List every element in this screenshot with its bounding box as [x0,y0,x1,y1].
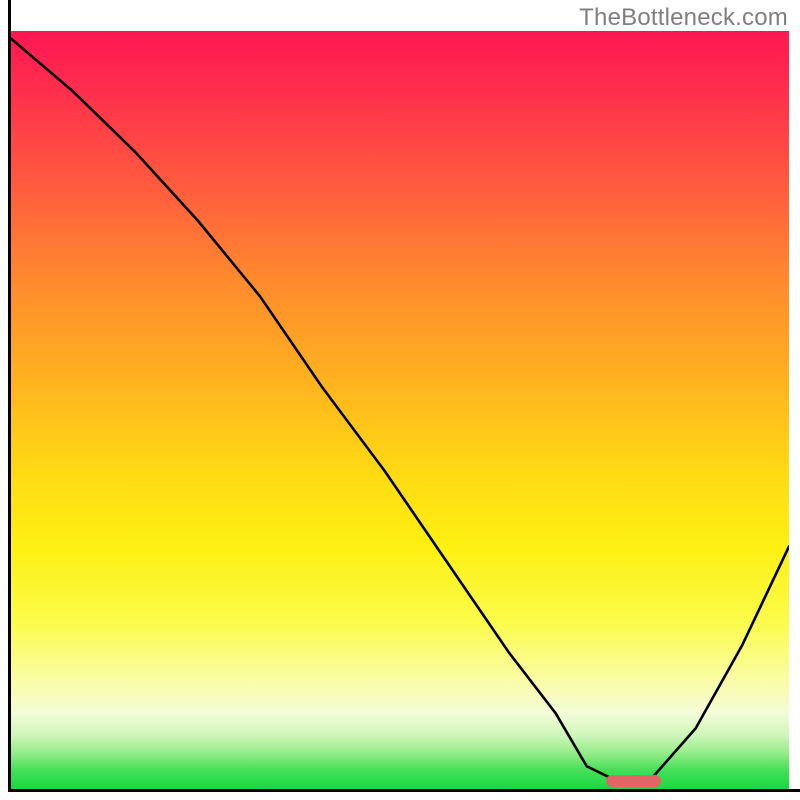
watermark-text: TheBottleneck.com [579,4,788,32]
chart-stage: TheBottleneck.com [0,0,800,800]
optimum-marker [606,775,660,787]
plot-area [11,31,789,789]
bottleneck-curve [11,31,789,789]
x-axis-line [8,789,800,792]
y-axis-line [8,0,11,792]
